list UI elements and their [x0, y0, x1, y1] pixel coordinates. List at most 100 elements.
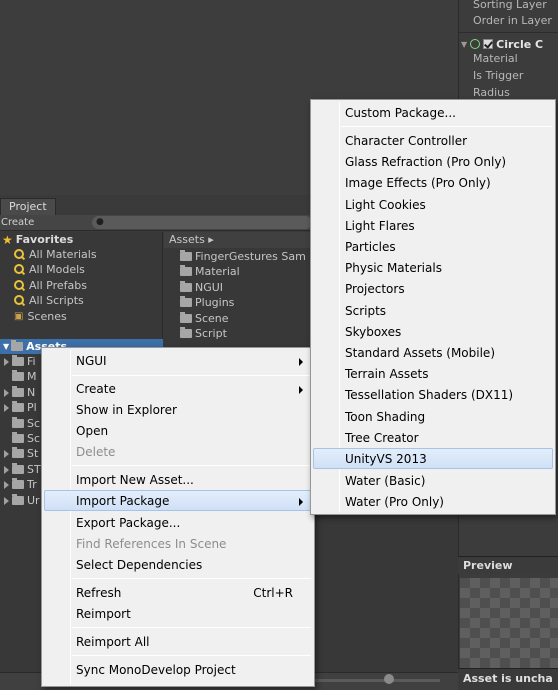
- favorite-label: All Scripts: [29, 294, 84, 307]
- menu-item-skyboxes[interactable]: Skyboxes: [313, 321, 553, 342]
- favorites-title: Favorites: [15, 233, 74, 246]
- asset-folder[interactable]: Scene: [180, 311, 229, 326]
- menu-item-open[interactable]: Open: [44, 420, 312, 441]
- radius-label: Radius: [473, 86, 510, 99]
- menu-item-toon-shading[interactable]: Toon Shading: [313, 406, 553, 427]
- favorite-label: Scenes: [27, 310, 67, 323]
- menu-item-delete[interactable]: Delete: [44, 441, 312, 462]
- favorite-all-scripts[interactable]: All Scripts: [14, 293, 84, 308]
- create-dropdown[interactable]: Create ▾: [0, 215, 42, 243]
- menu-item-export-package[interactable]: Export Package...: [44, 512, 312, 533]
- tree-item[interactable]: Tr: [0, 477, 37, 492]
- menu-item-label: Particles: [345, 240, 396, 254]
- folder-icon: [180, 265, 192, 276]
- expand-arrow-icon: [4, 480, 9, 489]
- project-search-input[interactable]: [92, 216, 312, 229]
- menu-item-custom-package[interactable]: Custom Package...: [313, 102, 553, 123]
- tree-label: Pl: [27, 401, 37, 414]
- icon-size-slider[interactable]: [300, 679, 440, 682]
- menu-item-import-new-asset[interactable]: Import New Asset...: [44, 469, 312, 490]
- search-icon: [14, 264, 25, 275]
- menu-item-label: Physic Materials: [345, 261, 442, 275]
- menu-item-reimport[interactable]: Reimport: [44, 603, 312, 624]
- preview-canvas: [460, 578, 558, 668]
- menu-item-label: Reimport: [76, 607, 131, 621]
- menu-item-standard-assets-mobile[interactable]: Standard Assets (Mobile): [313, 342, 553, 363]
- folder-icon: [12, 478, 24, 489]
- favorites-header[interactable]: ★ Favorites: [2, 232, 73, 247]
- menu-item-label: Select Dependencies: [76, 558, 203, 572]
- menu-item-particles[interactable]: Particles: [313, 236, 553, 257]
- menu-item-label: Toon Shading: [345, 410, 426, 424]
- menu-item-water-basic[interactable]: Water (Basic): [313, 470, 553, 491]
- tree-label: Sc: [27, 432, 41, 445]
- favorite-label: All Models: [29, 263, 85, 276]
- favorite-scenes[interactable]: ▣ Scenes: [14, 309, 67, 324]
- menu-item-show-in-explorer[interactable]: Show in Explorer: [44, 399, 312, 420]
- menu-item-import-package[interactable]: Import Package: [44, 490, 312, 511]
- menu-item-scripts[interactable]: Scripts: [313, 300, 553, 321]
- menu-item-character-controller[interactable]: Character Controller: [313, 130, 553, 151]
- asset-folder[interactable]: Plugins: [180, 295, 234, 310]
- asset-folder[interactable]: FingerGestures Sam: [180, 249, 306, 264]
- menu-separator: [72, 375, 311, 376]
- order-in-layer-label: Order in Layer: [473, 14, 552, 27]
- tab-project[interactable]: Project: [0, 198, 56, 215]
- menu-item-create[interactable]: Create: [44, 378, 312, 399]
- tree-item[interactable]: Pl: [0, 400, 37, 415]
- menu-item-glass-refraction[interactable]: Glass Refraction (Pro Only): [313, 151, 553, 172]
- tree-label: N: [27, 386, 36, 399]
- menu-item-select-dependencies[interactable]: Select Dependencies: [44, 554, 312, 575]
- menu-item-light-flares[interactable]: Light Flares: [313, 215, 553, 236]
- asset-status: Asset is uncha: [458, 668, 558, 690]
- favorite-all-models[interactable]: All Models: [14, 262, 85, 277]
- asset-folder[interactable]: NGUI: [180, 280, 223, 295]
- icon-size-slider-handle[interactable]: [384, 674, 394, 684]
- tree-item[interactable]: N: [0, 385, 35, 400]
- menu-item-label: Reimport All: [76, 635, 150, 649]
- menu-item-ngui[interactable]: NGUI: [44, 350, 312, 371]
- menu-item-physic-materials[interactable]: Physic Materials: [313, 257, 553, 278]
- asset-folder[interactable]: Material: [180, 264, 240, 279]
- tree-item[interactable]: Fi: [0, 354, 36, 369]
- folder-icon: [180, 296, 192, 307]
- scene-icon: ▣: [14, 311, 24, 322]
- folder-icon: [12, 432, 24, 443]
- menu-item-refresh[interactable]: Refresh Ctrl+R: [44, 582, 312, 603]
- asset-folder[interactable]: Script: [180, 326, 227, 341]
- menu-item-projectors[interactable]: Projectors: [313, 278, 553, 299]
- menu-item-light-cookies[interactable]: Light Cookies: [313, 194, 553, 215]
- component-enabled-checkbox[interactable]: [483, 39, 494, 49]
- menu-item-label: Custom Package...: [345, 106, 456, 120]
- tree-item[interactable]: Sc: [12, 431, 40, 446]
- sorting-layer-label: Sorting Layer: [473, 0, 547, 11]
- menu-item-tessellation-shaders[interactable]: Tessellation Shaders (DX11): [313, 384, 553, 405]
- tree-item[interactable]: Sc: [12, 416, 40, 431]
- menu-item-label: Sync MonoDevelop Project: [76, 663, 236, 677]
- tree-item[interactable]: Ur: [0, 493, 40, 508]
- tree-label: M: [27, 370, 37, 383]
- folder-icon: [12, 386, 24, 397]
- tree-item[interactable]: ST: [0, 462, 41, 477]
- menu-item-water-pro[interactable]: Water (Pro Only): [313, 491, 553, 512]
- menu-item-unityvs-2013[interactable]: UnityVS 2013: [313, 448, 553, 469]
- expand-arrow-icon: [4, 449, 9, 458]
- favorite-all-prefabs[interactable]: All Prefabs: [14, 278, 87, 293]
- circle-collider-header[interactable]: ▼ Circle C: [461, 36, 558, 52]
- preview-header[interactable]: Preview: [458, 556, 558, 574]
- tree-item[interactable]: St: [0, 446, 38, 461]
- menu-item-image-effects[interactable]: Image Effects (Pro Only): [313, 172, 553, 193]
- tree-label: St: [27, 447, 39, 460]
- menu-item-tree-creator[interactable]: Tree Creator: [313, 427, 553, 448]
- menu-item-sync-monodevelop[interactable]: Sync MonoDevelop Project: [44, 659, 312, 680]
- menu-item-label: Water (Pro Only): [345, 495, 444, 509]
- menu-item-label: Scripts: [345, 304, 387, 318]
- menu-item-label: NGUI: [76, 354, 107, 368]
- menu-item-terrain-assets[interactable]: Terrain Assets: [313, 363, 553, 384]
- menu-item-find-references[interactable]: Find References In Scene: [44, 533, 312, 554]
- menu-item-reimport-all[interactable]: Reimport All: [44, 631, 312, 652]
- menu-item-label: Export Package...: [76, 516, 181, 530]
- foldout-icon[interactable]: ▼: [461, 40, 467, 49]
- tree-item[interactable]: M: [12, 369, 37, 384]
- favorite-all-materials[interactable]: All Materials: [14, 247, 97, 262]
